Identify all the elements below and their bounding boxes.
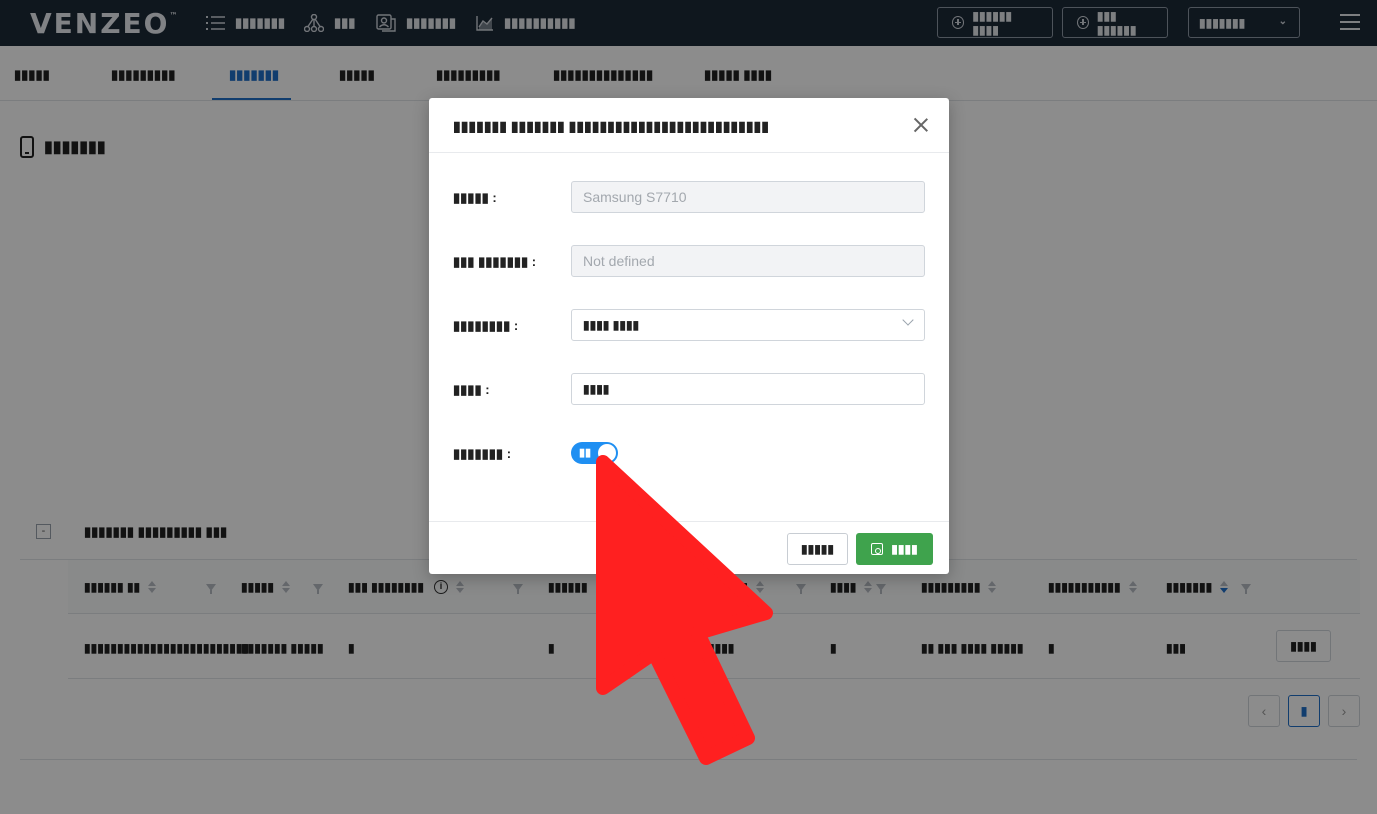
enabled-toggle[interactable]: ▮▮: [571, 442, 618, 464]
save-icon: [871, 543, 884, 555]
modal-title: ▮▮▮▮▮▮▮ ▮▮▮▮▮▮▮ ▮▮▮▮▮▮▮▮▮▮▮▮▮▮▮▮▮▮▮▮▮▮▮▮…: [453, 118, 769, 134]
text-input-field[interactable]: ▮▮▮▮: [571, 373, 925, 405]
chevron-down-icon: [902, 314, 914, 326]
device-name-field: Samsung S7710: [571, 181, 925, 213]
form-label-4: ▮▮▮▮ :: [453, 382, 490, 397]
category-select[interactable]: ▮▮▮▮ ▮▮▮▮: [571, 309, 925, 341]
toggle-knob: [598, 444, 616, 462]
save-button-label: ▮▮▮▮: [891, 542, 918, 556]
save-button[interactable]: ▮▮▮▮: [856, 533, 933, 565]
form-label-2: ▮▮▮ ▮▮▮▮▮▮▮ :: [453, 254, 537, 269]
modal-footer: ▮▮▮▮▮ ▮▮▮▮: [429, 521, 949, 574]
cancel-button[interactable]: ▮▮▮▮▮: [787, 533, 848, 565]
form-label-3: ▮▮▮▮▮▮▮▮ :: [453, 318, 519, 333]
edit-device-modal: ▮▮▮▮▮▮▮ ▮▮▮▮▮▮▮ ▮▮▮▮▮▮▮▮▮▮▮▮▮▮▮▮▮▮▮▮▮▮▮▮…: [429, 98, 949, 574]
toggle-label: ▮▮: [579, 447, 592, 459]
form-label-name: ▮▮▮▮▮ :: [453, 190, 497, 205]
category-select-value: ▮▮▮▮ ▮▮▮▮: [583, 318, 640, 332]
form-label-5: ▮▮▮▮▮▮▮ :: [453, 446, 512, 461]
device-info-field: Not defined: [571, 245, 925, 277]
close-icon[interactable]: [913, 117, 929, 133]
modal-header: ▮▮▮▮▮▮▮ ▮▮▮▮▮▮▮ ▮▮▮▮▮▮▮▮▮▮▮▮▮▮▮▮▮▮▮▮▮▮▮▮…: [429, 98, 949, 153]
